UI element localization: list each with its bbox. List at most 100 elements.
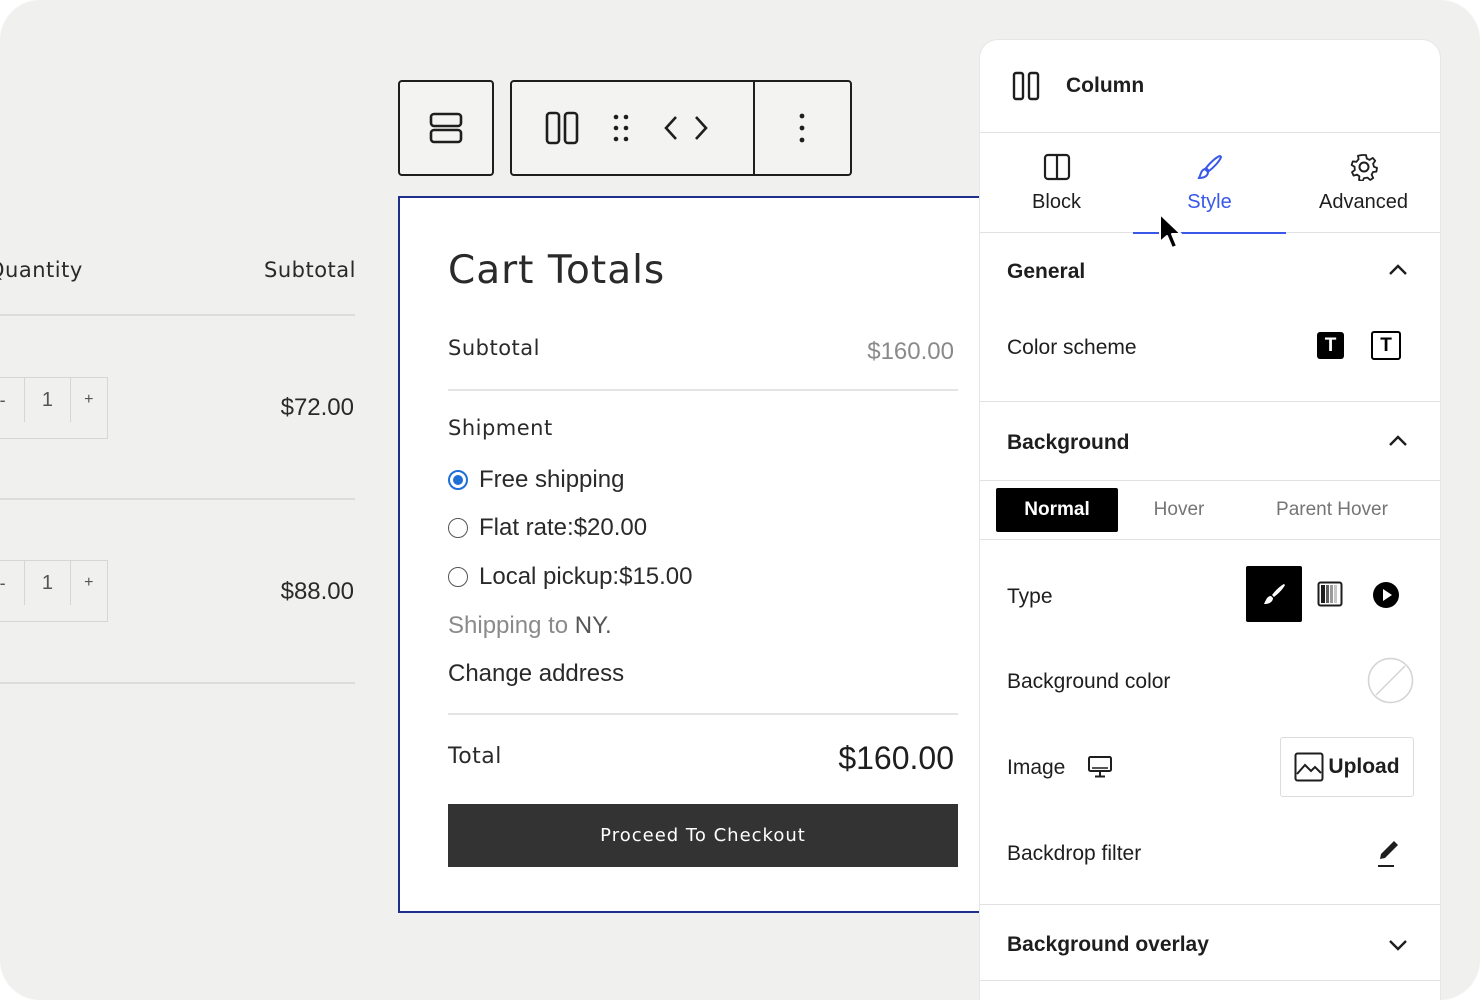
divider xyxy=(448,713,958,715)
table-divider xyxy=(0,498,355,500)
quantity-value[interactable]: 1 xyxy=(25,378,71,422)
type-gradient-button[interactable] xyxy=(1316,580,1344,608)
color-scheme-light-option[interactable]: T xyxy=(1371,331,1401,360)
shipping-option-price: $15.00 xyxy=(619,563,693,590)
cart-totals-block[interactable]: Cart Totals Subtotal $160.00 Shipment Fr… xyxy=(398,196,998,913)
no-color-icon xyxy=(1367,657,1414,704)
shipping-option-free[interactable]: Free shipping xyxy=(448,466,624,494)
shipping-option-text: Free shipping xyxy=(479,466,625,493)
increment-button[interactable]: + xyxy=(71,561,107,605)
row-subtotal: $72.00 xyxy=(280,394,354,421)
columns-icon xyxy=(545,111,578,145)
shipping-option-local-pickup[interactable]: Local pickup: $15.00 xyxy=(448,563,693,591)
block-inspector-panel: Column Block Style Advanced General Colo… xyxy=(980,40,1440,1000)
move-right-button[interactable] xyxy=(691,82,711,174)
column-header-quantity: Quantity xyxy=(0,258,83,282)
state-tab-parent-hover[interactable]: Parent Hover xyxy=(1240,488,1424,532)
total-label: Total xyxy=(448,744,502,769)
editor-canvas: Quantity Subtotal - 1 + $72.00 - 1 + $88… xyxy=(0,0,1480,1000)
section-divider xyxy=(980,401,1440,402)
table-divider xyxy=(0,314,355,316)
columns-button[interactable] xyxy=(512,82,611,174)
increment-button[interactable]: + xyxy=(71,378,107,422)
layout-icon xyxy=(1043,153,1070,180)
quantity-stepper[interactable]: - 1 + xyxy=(0,560,108,622)
mouse-cursor-icon xyxy=(1159,213,1182,249)
paint-brush-icon xyxy=(1264,584,1285,604)
backdrop-filter-label: Backdrop filter xyxy=(1007,842,1142,865)
move-left-icon xyxy=(664,116,678,140)
move-right-icon xyxy=(694,116,708,140)
section-general-title[interactable]: General xyxy=(1007,260,1085,284)
subtotal-label: Subtotal xyxy=(448,336,540,360)
shipping-destination: Shipping to NY. xyxy=(448,612,612,640)
section-background-title[interactable]: Background xyxy=(1007,431,1130,455)
upload-image-button[interactable]: Upload xyxy=(1280,737,1414,797)
column-block-icon xyxy=(1012,71,1040,101)
brush-icon xyxy=(1196,154,1222,179)
background-state-tabs: Normal Hover Parent Hover xyxy=(996,488,1424,532)
type-video-button[interactable] xyxy=(1372,581,1400,609)
shipping-state: NY. xyxy=(574,612,612,639)
chevron-down-icon[interactable] xyxy=(1388,938,1408,952)
background-color-label: Background color xyxy=(1007,670,1171,693)
section-divider xyxy=(980,539,1440,540)
state-tab-hover[interactable]: Hover xyxy=(1118,488,1240,532)
tab-block[interactable]: Block xyxy=(980,133,1133,233)
more-options-icon xyxy=(799,113,805,143)
radio[interactable] xyxy=(448,518,468,538)
inspector-tabs: Block Style Advanced xyxy=(980,133,1440,234)
tab-label: Advanced xyxy=(1319,190,1408,213)
block-toolbar xyxy=(510,80,852,176)
tab-advanced[interactable]: Advanced xyxy=(1287,133,1440,233)
image-icon xyxy=(1294,752,1324,782)
tab-style[interactable]: Style xyxy=(1133,133,1286,234)
quantity-stepper[interactable]: - 1 + xyxy=(0,377,108,439)
color-scheme-dark-option[interactable]: T xyxy=(1317,332,1344,359)
decrement-button[interactable]: - xyxy=(0,561,26,605)
subtotal-value: $160.00 xyxy=(867,338,954,365)
color-scheme-label: Color scheme xyxy=(1007,336,1137,359)
column-header-subtotal: Subtotal xyxy=(264,258,356,282)
upload-label: Upload xyxy=(1328,755,1400,778)
block-name: Column xyxy=(1066,74,1145,97)
image-label: Image xyxy=(1007,756,1066,779)
shipping-option-price: $20.00 xyxy=(573,514,648,541)
inspector-header: Column xyxy=(980,40,1440,133)
change-address-link[interactable]: Change address xyxy=(448,660,624,688)
edit-pencil-icon[interactable] xyxy=(1376,839,1400,869)
tab-label: Block xyxy=(1032,190,1081,213)
more-options-button[interactable] xyxy=(755,82,850,174)
shipping-option-text: Flat rate: xyxy=(479,514,574,541)
quantity-value[interactable]: 1 xyxy=(25,561,71,605)
shipping-option-flat-rate[interactable]: Flat rate: $20.00 xyxy=(448,514,647,542)
desktop-icon[interactable] xyxy=(1087,755,1113,779)
shipment-label: Shipment xyxy=(448,416,553,440)
chevron-up-icon[interactable] xyxy=(1388,263,1408,277)
total-value: $160.00 xyxy=(838,740,954,776)
row-subtotal: $88.00 xyxy=(280,578,354,605)
drag-handle-icon xyxy=(614,114,629,142)
section-divider xyxy=(980,980,1440,981)
chevron-up-icon[interactable] xyxy=(1388,434,1408,448)
decrement-button[interactable]: - xyxy=(0,378,26,422)
table-divider xyxy=(0,682,355,684)
drag-handle[interactable] xyxy=(611,82,631,174)
proceed-to-checkout-button[interactable]: Proceed To Checkout xyxy=(448,804,958,867)
gear-icon xyxy=(1350,153,1378,181)
radio-selected[interactable] xyxy=(448,470,468,490)
gradient-icon xyxy=(1317,581,1343,607)
type-label: Type xyxy=(1007,585,1053,608)
stack-rows-icon xyxy=(429,112,463,144)
state-tab-normal[interactable]: Normal xyxy=(996,488,1118,532)
block-type-toolbar xyxy=(398,80,494,176)
radio[interactable] xyxy=(448,567,468,587)
section-divider xyxy=(980,480,1440,481)
shipping-option-text: Local pickup: xyxy=(479,563,620,590)
section-divider xyxy=(980,904,1440,905)
background-color-swatch[interactable] xyxy=(1367,657,1414,704)
type-classic-button[interactable] xyxy=(1246,566,1302,622)
stack-rows-button[interactable] xyxy=(400,82,492,174)
section-background-overlay-title[interactable]: Background overlay xyxy=(1007,933,1209,957)
play-icon xyxy=(1373,582,1399,608)
